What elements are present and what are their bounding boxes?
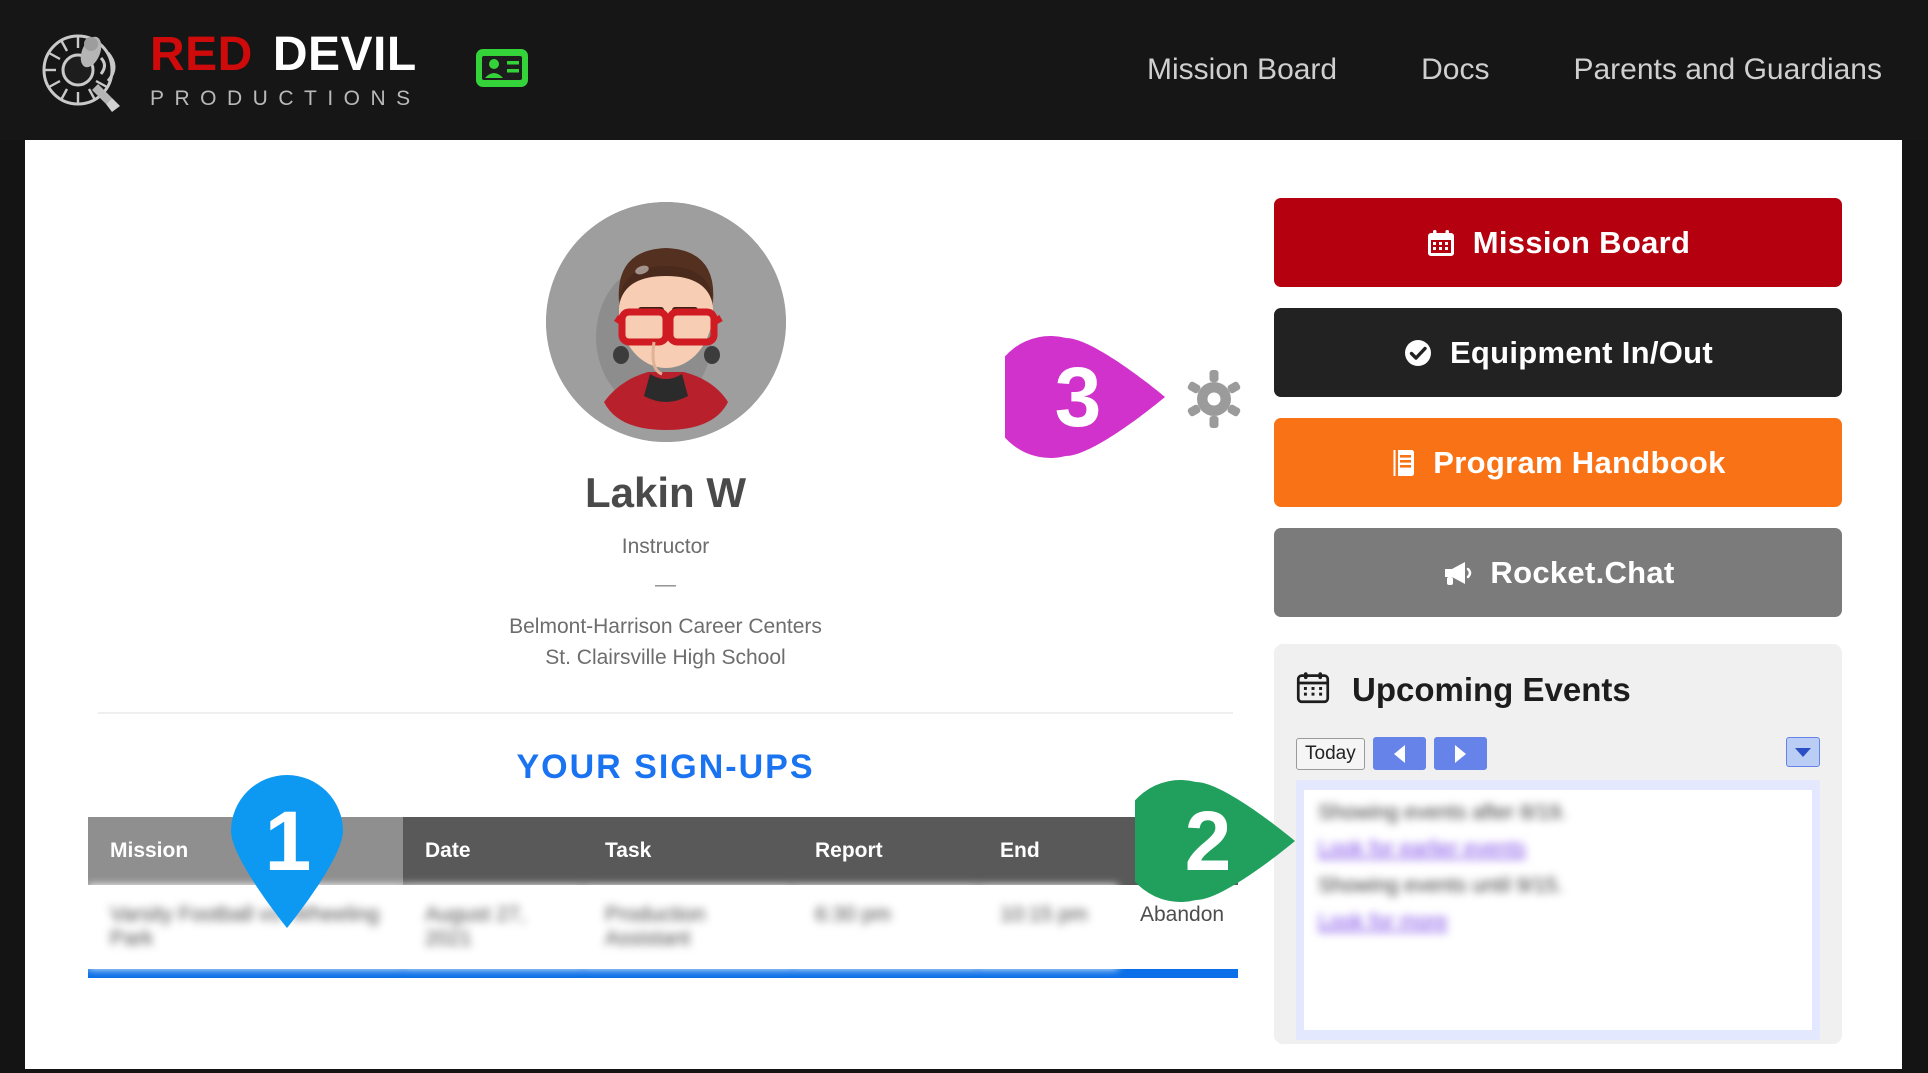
sidebar-item-label: Rocket.Chat — [1490, 554, 1675, 590]
upcoming-events-panel: Upcoming Events Today Showing events aft… — [1274, 644, 1842, 1044]
top-navigation-bar: RED DEVIL PRODUCTIONS Mission Board Docs … — [0, 0, 1928, 140]
column-header-task[interactable]: Task — [583, 817, 793, 886]
brand-tagline: PRODUCTIONS — [150, 87, 421, 110]
settings-button[interactable] — [1185, 370, 1243, 433]
sidebar-column: Mission Board Equipment In/Out Program H… — [1274, 140, 1842, 1044]
nav-item-docs[interactable]: Docs — [1421, 53, 1489, 87]
cell-report: 6:30 pm — [793, 885, 978, 970]
profile-organization: Belmont-Harrison Career Centers — [509, 615, 822, 639]
sidebar-item-label: Equipment In/Out — [1449, 334, 1714, 370]
events-view-dropdown[interactable] — [1786, 737, 1820, 767]
today-button[interactable]: Today — [1296, 737, 1365, 770]
megaphone-icon — [1441, 559, 1473, 587]
next-period-button[interactable] — [1433, 737, 1487, 770]
previous-period-button[interactable] — [1372, 737, 1426, 770]
sidebar-item-mission-board[interactable]: Mission Board — [1274, 198, 1842, 287]
events-header: Upcoming Events — [1296, 670, 1820, 709]
chevron-left-icon — [1393, 744, 1405, 763]
id-card-icon — [475, 48, 529, 93]
chevron-right-icon — [1454, 744, 1466, 763]
table-row-underline — [88, 969, 1238, 979]
list-item: Showing events after 8/19. — [1318, 801, 1567, 824]
section-divider — [98, 712, 1233, 715]
callout-marker-2: 2 — [1119, 780, 1295, 902]
list-item-link[interactable]: Look for more — [1318, 909, 1448, 935]
column-header-date[interactable]: Date — [403, 817, 583, 886]
check-circle-icon — [1403, 338, 1433, 368]
page-content: Lakin W Instructor — Belmont-Harrison Ca… — [25, 140, 1902, 1069]
list-item: Showing events until 9/15. — [1318, 873, 1564, 897]
sidebar-item-rocket-chat[interactable]: Rocket.Chat — [1274, 528, 1842, 617]
calendar-icon — [1426, 228, 1456, 258]
events-toolbar: Today — [1296, 737, 1820, 770]
callout-number: 2 — [1184, 793, 1232, 888]
red-devil-logo-icon — [38, 22, 134, 118]
events-title: Upcoming Events — [1352, 670, 1631, 708]
column-header-end[interactable]: End — [978, 817, 1118, 886]
avatar — [545, 202, 786, 442]
sidebar-item-program-handbook[interactable]: Program Handbook — [1274, 418, 1842, 507]
gear-icon — [1185, 370, 1243, 432]
profile-separator: — — [655, 573, 676, 597]
brand-word-red: RED — [150, 28, 253, 81]
profile-role: Instructor — [621, 535, 710, 559]
sidebar-item-label: Mission Board — [1472, 224, 1691, 260]
nav-item-parents-and-guardians[interactable]: Parents and Guardians — [1573, 53, 1882, 87]
sidebar-item-label: Program Handbook — [1433, 444, 1726, 480]
cell-task: Production Assistant — [583, 885, 793, 970]
brand-logo[interactable]: RED DEVIL PRODUCTIONS — [38, 22, 421, 118]
brand-wordmark: RED DEVIL — [150, 31, 421, 79]
callout-number: 3 — [1054, 349, 1102, 444]
profile-school: St. Clairsville High School — [545, 645, 786, 669]
list-item-link[interactable]: Look for earlier events — [1318, 836, 1798, 862]
events-list: Showing events after 8/19. Look for earl… — [1296, 780, 1820, 1040]
callout-number: 1 — [264, 794, 312, 888]
brand-word-devil: DEVIL — [272, 28, 417, 81]
sidebar-item-equipment-in-out[interactable]: Equipment In/Out — [1274, 308, 1842, 397]
id-card-button[interactable] — [475, 48, 529, 93]
chevron-down-icon — [1795, 747, 1811, 757]
calendar-icon — [1296, 670, 1330, 709]
callout-marker-3: 3 — [989, 336, 1165, 458]
book-icon — [1390, 448, 1416, 478]
column-header-report[interactable]: Report — [793, 817, 978, 886]
page-title: Lakin W — [584, 469, 746, 516]
cell-date: August 27, 2021 — [403, 885, 583, 970]
main-navigation: Mission Board Docs Parents and Guardians — [1063, 53, 1928, 87]
cell-end: 10:15 pm — [978, 885, 1118, 970]
nav-item-mission-board[interactable]: Mission Board — [1147, 53, 1337, 87]
callout-marker-1: 1 — [227, 773, 347, 928]
